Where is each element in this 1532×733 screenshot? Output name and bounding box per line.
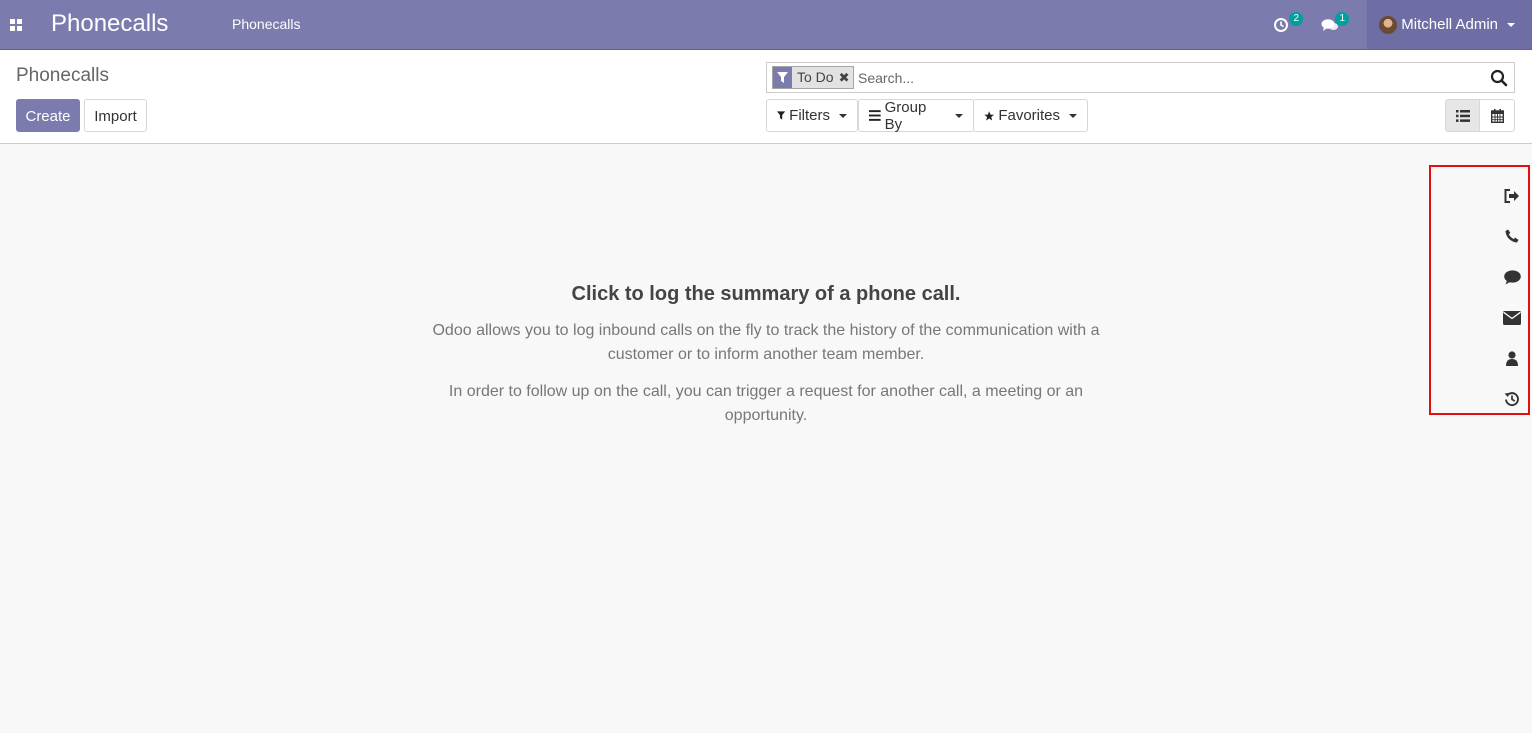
app-brand[interactable]: Phonecalls	[51, 10, 168, 38]
search-input[interactable]	[858, 66, 1478, 89]
caret-down-icon	[955, 113, 963, 118]
bars-icon	[869, 110, 881, 121]
calendar-view-button[interactable]	[1480, 99, 1515, 132]
no-content-helper: Click to log the summary of a phone call…	[416, 280, 1116, 441]
helper-paragraph-2: In order to follow up on the call, you c…	[448, 383, 1084, 424]
apps-menu-button[interactable]	[0, 0, 32, 49]
history-icon[interactable]	[1502, 389, 1522, 409]
caret-down-icon	[1507, 22, 1515, 27]
magnifier-icon[interactable]	[1490, 69, 1508, 87]
helper-paragraph-1: Odoo allows you to log inbound calls on …	[432, 322, 1100, 363]
phone-icon[interactable]	[1502, 226, 1522, 246]
import-button[interactable]: Import	[84, 99, 147, 132]
list-view-button[interactable]	[1445, 99, 1480, 132]
view-switcher	[1445, 99, 1515, 132]
user-icon[interactable]	[1502, 348, 1522, 368]
menu-item-phonecalls[interactable]: Phonecalls	[232, 16, 301, 32]
group-by-label: Group By	[884, 98, 927, 133]
user-name: Mitchell Admin	[1401, 16, 1498, 33]
caret-down-icon	[839, 113, 847, 118]
activity-menu[interactable]: 2	[1273, 0, 1321, 49]
sign-out-icon[interactable]	[1502, 186, 1522, 206]
messages-count-badge: 1	[1335, 12, 1350, 26]
filter-icon	[773, 67, 792, 88]
activity-clock-icon	[1273, 17, 1289, 33]
search-facet: To Do ✖	[772, 66, 855, 89]
favorites-label: Favorites	[998, 107, 1060, 124]
breadcrumb: Phonecalls	[16, 65, 109, 86]
user-menu[interactable]: Mitchell Admin	[1367, 0, 1532, 49]
facet-remove-icon[interactable]: ✖	[839, 67, 854, 88]
right-sidebar-icons	[1429, 165, 1530, 415]
filters-label: Filters	[789, 107, 830, 124]
apps-grid-icon	[10, 18, 22, 31]
messaging-menu[interactable]: 1	[1321, 0, 1367, 49]
avatar	[1379, 15, 1398, 34]
control-panel: Phonecalls Create Import To Do ✖ Filters…	[0, 50, 1532, 144]
group-by-button[interactable]: Group By	[858, 98, 974, 133]
filters-button[interactable]: Filters	[766, 99, 858, 132]
top-navbar: Phonecalls Phonecalls 2 1 Mitchell Admin	[0, 0, 1532, 50]
facet-label: To Do	[797, 69, 834, 85]
list-view-icon	[1455, 109, 1470, 122]
activity-count-badge: 2	[1289, 12, 1304, 26]
helper-title: Click to log the summary of a phone call…	[571, 283, 961, 305]
systray: 2 1 Mitchell Admin	[1273, 0, 1532, 49]
caret-down-icon	[1069, 113, 1077, 118]
calendar-view-icon	[1490, 108, 1504, 123]
comment-icon[interactable]	[1502, 267, 1522, 287]
filter-icon	[777, 111, 786, 120]
create-button[interactable]: Create	[16, 99, 80, 132]
envelope-icon[interactable]	[1502, 308, 1522, 328]
star-icon	[984, 110, 994, 120]
favorites-button[interactable]: Favorites	[973, 99, 1088, 132]
search-bar: To Do ✖	[766, 62, 1515, 93]
